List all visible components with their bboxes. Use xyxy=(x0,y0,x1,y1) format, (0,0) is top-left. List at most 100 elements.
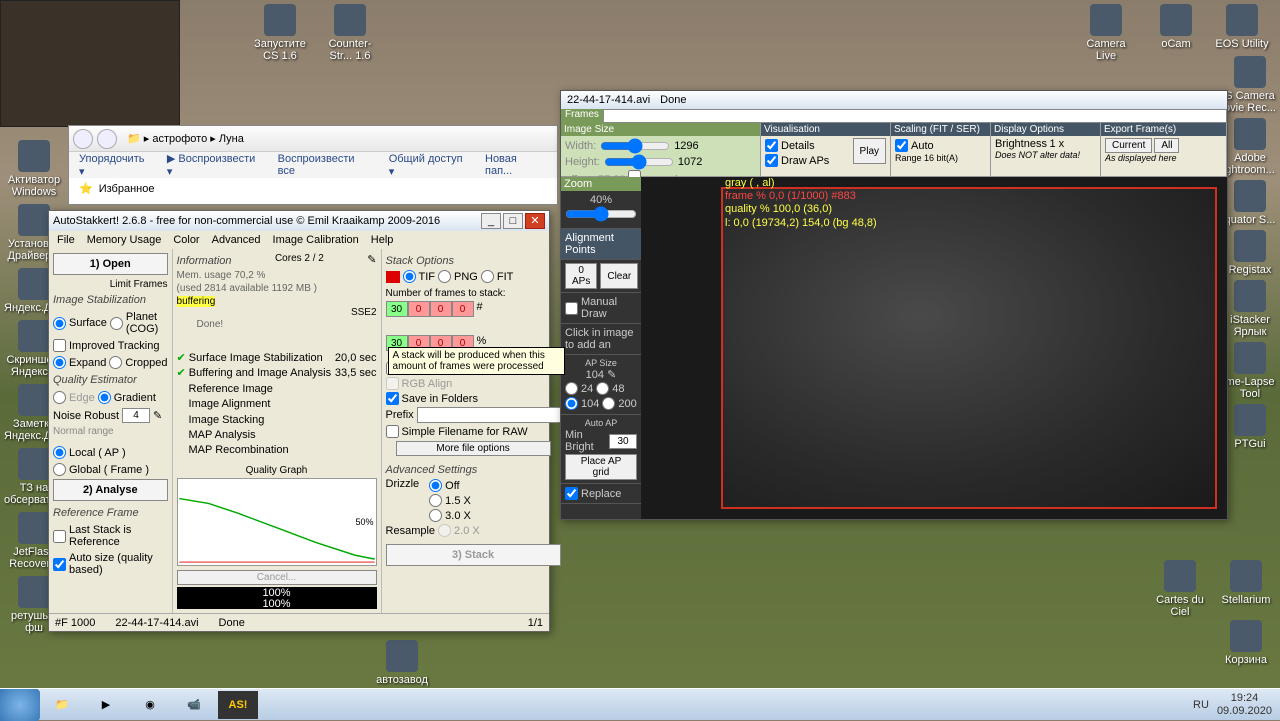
menu-help[interactable]: Help xyxy=(371,234,394,246)
details-checkbox[interactable] xyxy=(765,139,778,152)
desktop-icon[interactable]: Cartes du Ciel xyxy=(1150,560,1210,618)
stack-count-input[interactable] xyxy=(386,301,408,317)
desktop-icon[interactable]: Camera Live xyxy=(1076,4,1136,62)
breadcrumb[interactable]: 📁 ▸ астрофото ▸ Луна xyxy=(121,130,553,147)
cropped-radio[interactable] xyxy=(109,356,122,369)
desktop-icon[interactable]: S Camera ovie Rec... xyxy=(1220,56,1280,114)
fit-radio[interactable] xyxy=(481,270,494,283)
color-swatch[interactable] xyxy=(386,271,400,283)
taskbar-explorer-icon[interactable]: 📁 xyxy=(42,691,82,719)
ap104-radio[interactable] xyxy=(565,397,578,410)
simple-raw-checkbox[interactable] xyxy=(386,425,399,438)
menu-color[interactable]: Color xyxy=(173,234,199,246)
improved-tracking-checkbox[interactable] xyxy=(53,339,66,352)
export-all-button[interactable]: All xyxy=(1154,138,1179,153)
edge-radio[interactable] xyxy=(53,391,66,404)
taskbar-chrome-icon[interactable]: ◉ xyxy=(130,691,170,719)
menu-file[interactable]: File xyxy=(57,234,75,246)
zoom-slider[interactable] xyxy=(565,206,637,222)
desktop-icon[interactable]: oCam xyxy=(1146,4,1206,50)
stack-count-input[interactable] xyxy=(430,301,452,317)
desktop-icon[interactable]: автозавод xyxy=(372,640,432,686)
tool-icon[interactable]: ✎ xyxy=(367,253,376,269)
desktop-icon[interactable]: PTGui xyxy=(1220,404,1280,450)
maximize-button[interactable]: □ xyxy=(503,213,523,229)
global-radio[interactable] xyxy=(53,463,66,476)
planet-radio[interactable] xyxy=(110,317,123,330)
prefix-input[interactable] xyxy=(417,407,561,423)
desktop-icon[interactable]: quator S... xyxy=(1220,180,1280,226)
desktop-icon[interactable]: Корзина xyxy=(1216,620,1276,666)
drizzle-15-radio[interactable] xyxy=(429,494,442,507)
taskbar-zoom-icon[interactable]: 📹 xyxy=(174,691,214,719)
preview-image[interactable]: gray ( , al) frame % 0,0 (1/1000) #883 q… xyxy=(641,177,1227,519)
stack-button[interactable]: 3) Stack xyxy=(386,544,561,566)
auto-size-checkbox[interactable] xyxy=(53,558,66,571)
ap48-radio[interactable] xyxy=(596,382,609,395)
tray-time[interactable]: 19:24 xyxy=(1217,692,1272,704)
analyse-button[interactable]: 2) Analyse xyxy=(53,479,168,501)
drawaps-checkbox[interactable] xyxy=(765,154,778,167)
gradient-radio[interactable] xyxy=(98,391,111,404)
desktop-icon[interactable]: Counter-Str... 1.6 xyxy=(320,4,380,62)
ap200-radio[interactable] xyxy=(602,397,615,410)
limit-frames-link[interactable]: Limit Frames xyxy=(53,279,168,290)
expand-radio[interactable] xyxy=(53,356,66,369)
height-slider[interactable] xyxy=(604,154,674,170)
desktop-icon[interactable]: Запустите CS 1.6 xyxy=(250,4,310,62)
play-button[interactable]: Play xyxy=(853,138,886,164)
drizzle-off-radio[interactable] xyxy=(429,479,442,492)
tray-lang[interactable]: RU xyxy=(1193,699,1209,711)
auto-scaling-checkbox[interactable] xyxy=(895,139,908,152)
cancel-button[interactable]: Cancel... xyxy=(177,570,377,585)
taskbar-media-icon[interactable]: ▶ xyxy=(86,691,126,719)
nav-fwd-button[interactable] xyxy=(97,129,117,149)
toolbar-item[interactable]: ▶ Воспроизвести ▾ xyxy=(167,152,264,178)
taskbar-autostakkert-icon[interactable]: AS! xyxy=(218,691,258,719)
start-button[interactable] xyxy=(0,689,40,721)
stack-count-input[interactable] xyxy=(452,301,474,317)
status-done: Done xyxy=(219,617,245,629)
tool-icon[interactable]: ✎ xyxy=(153,409,162,422)
more-file-options-button[interactable]: More file options xyxy=(396,441,551,456)
stack-count-input[interactable] xyxy=(408,301,430,317)
export-current-button[interactable]: Current xyxy=(1105,138,1152,153)
min-bright-input[interactable] xyxy=(609,434,637,449)
manual-draw-checkbox[interactable] xyxy=(565,302,578,315)
ap24-radio[interactable] xyxy=(565,382,578,395)
favorites-label[interactable]: Избранное xyxy=(99,183,155,195)
menu-advanced[interactable]: Advanced xyxy=(212,234,261,246)
frames-slider[interactable] xyxy=(603,109,1227,123)
desktop-icon[interactable]: me-Lapse Tool xyxy=(1220,342,1280,400)
desktop-icon[interactable]: Stellarium xyxy=(1216,560,1276,606)
toolbar-item[interactable]: Новая пап... xyxy=(485,153,547,177)
close-button[interactable]: ✕ xyxy=(525,213,545,229)
toolbar-item[interactable]: Общий доступ ▾ xyxy=(389,153,471,178)
aps-button[interactable]: 0 APs xyxy=(565,263,597,289)
clear-aps-button[interactable]: Clear xyxy=(600,263,638,289)
save-folders-checkbox[interactable] xyxy=(386,392,399,405)
desktop-icon[interactable]: iStacker Ярлык xyxy=(1220,280,1280,338)
desktop-icon[interactable]: Registax xyxy=(1220,230,1280,276)
desktop-icon[interactable]: EOS Utility xyxy=(1212,4,1272,50)
tool-icon[interactable]: ✎ xyxy=(607,369,616,381)
desktop-icon[interactable]: Adobe ghtroom... xyxy=(1220,118,1280,176)
noise-robust-input[interactable] xyxy=(122,408,150,423)
local-radio[interactable] xyxy=(53,446,66,459)
menu-memory[interactable]: Memory Usage xyxy=(87,234,162,246)
minimize-button[interactable]: _ xyxy=(481,213,501,229)
png-radio[interactable] xyxy=(438,270,451,283)
open-button[interactable]: 1) Open xyxy=(53,253,168,275)
tif-radio[interactable] xyxy=(403,270,416,283)
nav-back-button[interactable] xyxy=(73,129,93,149)
place-ap-grid-button[interactable]: Place AP grid xyxy=(565,454,637,480)
surface-radio[interactable] xyxy=(53,317,66,330)
desktop-icon[interactable]: Активатор Windows xyxy=(4,140,64,198)
toolbar-item[interactable]: Упорядочить ▾ xyxy=(79,153,153,178)
replace-checkbox[interactable] xyxy=(565,487,578,500)
last-stack-checkbox[interactable] xyxy=(53,530,66,543)
toolbar-item[interactable]: Воспроизвести все xyxy=(278,153,375,177)
width-slider[interactable] xyxy=(600,138,670,154)
drizzle-30-radio[interactable] xyxy=(429,509,442,522)
menu-image-cal[interactable]: Image Calibration xyxy=(273,234,359,246)
